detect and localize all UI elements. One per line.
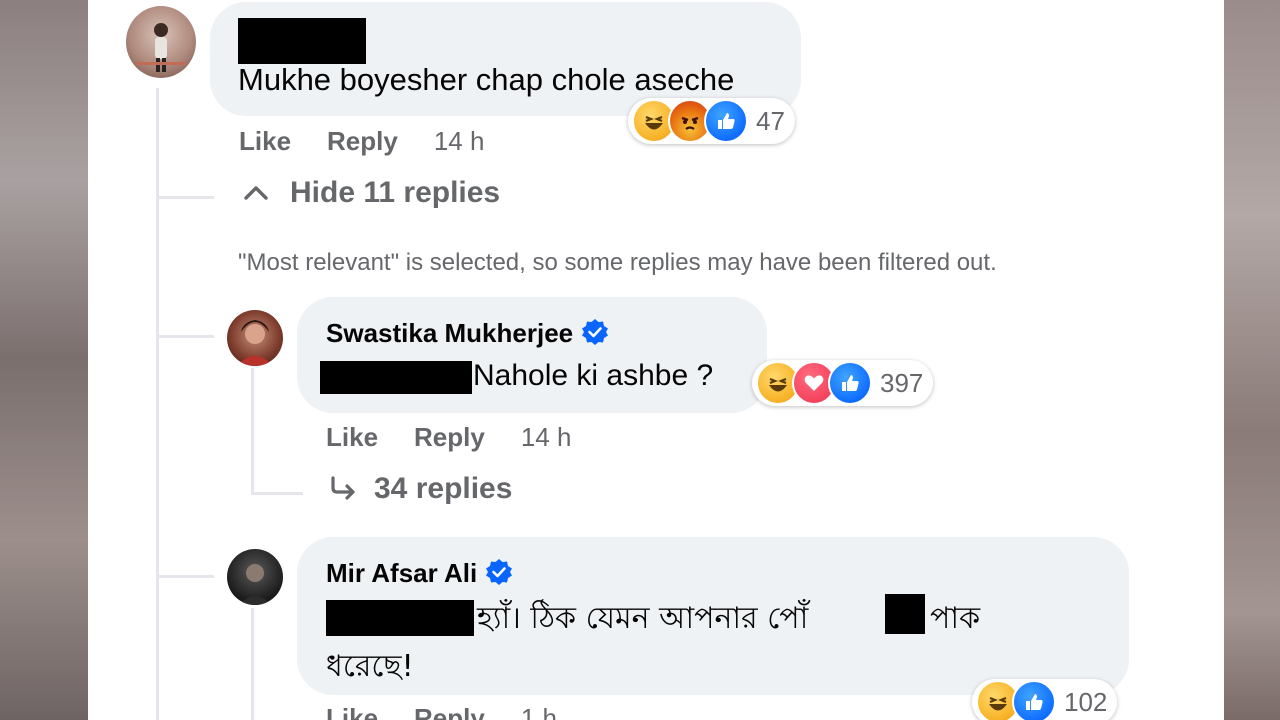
- comment-actions: Like Reply 14 h: [239, 126, 520, 157]
- verified-badge-icon: [582, 319, 609, 345]
- verified-badge-icon: [486, 559, 513, 585]
- thread-line-reply2: [251, 608, 254, 720]
- reply-author-name[interactable]: Mir Afsar Ali: [326, 558, 513, 589]
- reply-button[interactable]: Reply: [327, 126, 398, 156]
- more-replies-label: 34 replies: [374, 472, 513, 505]
- like-button[interactable]: Like: [239, 126, 291, 156]
- like-icon: [704, 99, 748, 143]
- reply-actions: Like Reply 14 h: [326, 422, 607, 453]
- commenter-avatar[interactable]: [126, 6, 196, 78]
- like-icon: [1012, 680, 1056, 720]
- like-icon: [828, 361, 872, 405]
- reply-text-line2: ধরেছে!: [326, 649, 414, 684]
- thread-connector-more-replies: [251, 492, 303, 495]
- reaction-count: 102: [1064, 686, 1108, 717]
- swastika-avatar[interactable]: [227, 310, 283, 366]
- thread-connector-reply2: [156, 575, 214, 578]
- timestamp[interactable]: 14 h: [434, 126, 485, 156]
- redacted-author-name: [238, 18, 366, 64]
- like-button[interactable]: Like: [326, 703, 378, 720]
- mir-afsar-ali-avatar[interactable]: [227, 549, 283, 605]
- reply-arrow-icon: [331, 476, 355, 500]
- comment-text: Mukhe boyesher chap chole aseche: [238, 62, 735, 97]
- reply-text-part1: হ্যাঁ। ঠিক যেমন আপনার পোঁ: [477, 601, 809, 636]
- comments-panel: Mukhe boyesher chap chole aseche 47 Like…: [88, 0, 1224, 720]
- reaction-count: 47: [756, 105, 785, 136]
- reaction-count: 397: [880, 367, 924, 398]
- reply-actions: Like Reply 1 h: [326, 703, 593, 720]
- reply-button[interactable]: Reply: [414, 703, 485, 720]
- author-name-text: Swastika Mukherjee: [326, 318, 574, 348]
- person-portrait-icon: [237, 320, 273, 366]
- redacted-mention: [326, 600, 474, 636]
- reply-text: Nahole ki ashbe ?: [473, 359, 714, 392]
- person-portrait-icon: [239, 564, 271, 605]
- thread-line-main: [156, 88, 159, 720]
- person-figure-icon: [136, 23, 186, 72]
- reaction-summary[interactable]: 397: [752, 360, 934, 406]
- redacted-mention: [320, 361, 472, 394]
- reaction-summary[interactable]: 102: [972, 679, 1118, 720]
- reply-button[interactable]: Reply: [414, 422, 485, 452]
- redacted-word: [885, 594, 925, 634]
- thread-connector-toggle: [156, 196, 214, 199]
- reply-text-part2: পাক: [930, 601, 981, 636]
- reaction-summary[interactable]: 47: [628, 98, 795, 144]
- view-more-replies-button[interactable]: 34 replies: [328, 472, 512, 506]
- hide-replies-button[interactable]: Hide 11 replies: [242, 176, 500, 210]
- timestamp[interactable]: 14 h: [521, 422, 572, 452]
- reply-bubble[interactable]: [297, 297, 767, 413]
- filter-notice: "Most relevant" is selected, so some rep…: [238, 249, 997, 276]
- background-blur-left: [0, 0, 88, 720]
- background-blur-right: [1224, 0, 1280, 720]
- chevron-up-icon: [244, 186, 268, 200]
- hide-replies-label: Hide 11 replies: [290, 176, 501, 209]
- thread-connector-reply1: [156, 335, 214, 338]
- author-name-text: Mir Afsar Ali: [326, 558, 478, 588]
- thread-line-reply1: [251, 368, 254, 494]
- timestamp[interactable]: 1 h: [521, 703, 557, 720]
- reply-author-name[interactable]: Swastika Mukherjee: [326, 318, 609, 349]
- like-button[interactable]: Like: [326, 422, 378, 452]
